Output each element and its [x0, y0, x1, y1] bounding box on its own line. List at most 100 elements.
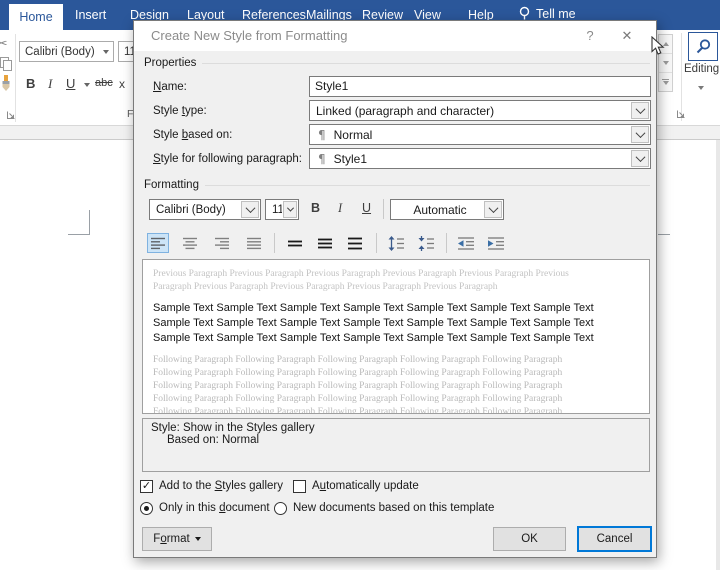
single-space-button[interactable]: [284, 233, 306, 253]
format-menu-button[interactable]: Format: [142, 527, 212, 551]
style-type-combo[interactable]: Linked (paragraph and character): [309, 100, 651, 121]
chevron-down-icon: [635, 128, 645, 139]
bold-button[interactable]: B: [26, 76, 35, 91]
style-following-label: Style for following paragraph:: [153, 153, 302, 165]
properties-section-header: Properties: [144, 57, 650, 69]
combo-drop-button[interactable]: [631, 102, 649, 119]
only-in-document-label[interactable]: Only in this document: [159, 502, 270, 514]
format-font-size-combo[interactable]: 11: [265, 199, 299, 220]
tell-me-label: Tell me: [536, 6, 576, 21]
chevron-down-icon: [635, 104, 645, 115]
single-space-icon: [287, 240, 302, 246]
format-painter-icon[interactable]: [0, 75, 12, 93]
only-in-document-radio[interactable]: [140, 502, 153, 515]
align-center-button[interactable]: [179, 233, 201, 253]
chevron-down-icon: [286, 204, 294, 212]
cut-icon[interactable]: ✂: [0, 36, 8, 52]
preview-following-line: Following Paragraph Following Paragraph …: [153, 355, 563, 365]
add-to-gallery-label[interactable]: Add to the Styles gallery: [159, 480, 283, 492]
ribbon-font-name-combo[interactable]: Calibri (Body): [19, 41, 114, 62]
add-to-gallery-checkbox[interactable]: ✓: [140, 480, 153, 493]
preview-following-line: Following Paragraph Following Paragraph …: [153, 407, 563, 414]
pilcrow-icon: ¶: [318, 151, 326, 166]
mouse-cursor: [651, 36, 665, 55]
dialog-help-button[interactable]: ?: [577, 25, 603, 47]
decrease-indent-icon: [457, 236, 474, 250]
ok-button[interactable]: OK: [493, 527, 566, 551]
editing-group-label[interactable]: Editing: [684, 63, 719, 75]
editing-chevron-icon[interactable]: [698, 86, 704, 90]
style-based-on-label: Style based on:: [153, 129, 232, 141]
label-text: Add to the: [159, 480, 215, 492]
preview-previous-line: Previous Paragraph Previous Paragraph Pr…: [153, 269, 569, 279]
cancel-button[interactable]: Cancel: [577, 526, 652, 552]
align-right-button[interactable]: [211, 233, 233, 253]
double-space-button[interactable]: [344, 233, 366, 253]
triangle-down-icon: [662, 81, 669, 86]
toolbar-separator: [274, 233, 275, 253]
increase-indent-button[interactable]: [484, 233, 508, 253]
combo-drop-button[interactable]: [631, 150, 649, 167]
find-button[interactable]: [688, 32, 718, 61]
increase-paragraph-spacing-button[interactable]: [384, 233, 408, 253]
clipboard-dialog-launcher-icon[interactable]: [6, 110, 16, 120]
italic-button[interactable]: I: [48, 76, 52, 92]
style-following-value: Style1: [333, 151, 367, 166]
section-rule: [202, 62, 650, 64]
dialog-titlebar[interactable]: Create New Style from Formatting ? ✕: [134, 21, 656, 51]
tab-tell-me[interactable]: Tell me: [518, 6, 576, 21]
decrease-paragraph-spacing-button[interactable]: [414, 233, 438, 253]
style-following-combo[interactable]: ¶ Style1: [309, 148, 651, 169]
gallery-more-button[interactable]: [659, 73, 672, 91]
font-color-value: Automatic: [413, 202, 467, 217]
dialog-close-button[interactable]: ✕: [614, 25, 640, 47]
new-documents-label[interactable]: New documents based on this template: [293, 502, 494, 514]
preview-following-line: Following Paragraph Following Paragraph …: [153, 394, 563, 404]
automatically-update-checkbox[interactable]: [293, 480, 306, 493]
subscript-button[interactable]: x: [119, 77, 125, 91]
preview-following-line: Following Paragraph Following Paragraph …: [153, 381, 563, 391]
strikethrough-button[interactable]: abc: [95, 77, 113, 89]
radio-dot: [144, 506, 149, 511]
format-italic-button[interactable]: I: [338, 201, 342, 216]
preview-sample-line: Sample Text Sample Text Sample Text Samp…: [153, 317, 594, 329]
label-text: tyle for following paragraph:: [160, 153, 302, 165]
style-based-on-combo[interactable]: ¶ Normal: [309, 124, 651, 145]
pilcrow-icon: ¶: [318, 127, 326, 142]
align-center-icon: [182, 237, 197, 249]
tab-insert[interactable]: Insert: [75, 8, 106, 22]
preview-sample-line: Sample Text Sample Text Sample Text Samp…: [153, 302, 594, 314]
combo-drop-button[interactable]: [484, 201, 502, 218]
combo-drop-button[interactable]: [283, 201, 297, 218]
copy-icon[interactable]: [0, 57, 13, 72]
new-documents-radio[interactable]: [274, 502, 287, 515]
font-color-combo[interactable]: Automatic: [390, 199, 504, 220]
combo-drop-button[interactable]: [241, 201, 259, 218]
align-justify-button[interactable]: [243, 233, 265, 253]
decrease-indent-button[interactable]: [454, 233, 478, 253]
combo-drop-button[interactable]: [631, 126, 649, 143]
label-accesskey: S: [153, 153, 161, 165]
underline-chevron-icon[interactable]: [84, 83, 90, 87]
format-underline-button[interactable]: U: [362, 201, 371, 215]
format-font-name-combo[interactable]: Calibri (Body): [149, 199, 261, 220]
increase-spacing-icon: [388, 235, 404, 251]
format-button-label: Format: [153, 533, 189, 545]
underline-button[interactable]: U: [66, 76, 75, 91]
toolbar-separator: [446, 233, 447, 253]
text-boundary-mark: [68, 234, 90, 235]
align-left-button[interactable]: [147, 233, 169, 253]
editing-dialog-launcher-icon[interactable]: [676, 109, 686, 119]
label-text: tyles gallery: [222, 480, 284, 492]
document-background-edge: [716, 140, 720, 570]
one-half-space-button[interactable]: [314, 233, 336, 253]
properties-section-label: Properties: [144, 57, 197, 69]
format-bold-button[interactable]: B: [311, 201, 320, 215]
gallery-scroll-down[interactable]: [659, 54, 672, 73]
tab-home[interactable]: Home: [9, 4, 63, 30]
name-input[interactable]: Style1: [309, 76, 651, 97]
one-half-space-icon: [317, 238, 332, 248]
increase-indent-icon: [487, 236, 504, 250]
label-text: A: [312, 480, 320, 492]
automatically-update-label[interactable]: Automatically update: [312, 480, 419, 492]
